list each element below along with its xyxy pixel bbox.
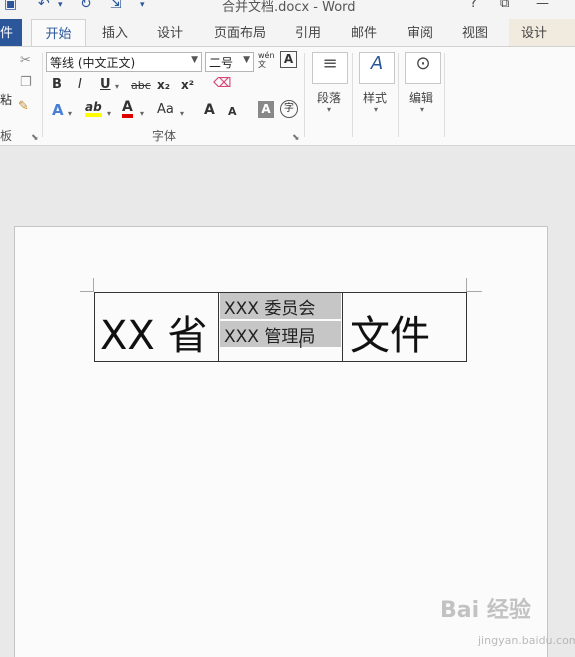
chevron-down-icon[interactable]: ▾ xyxy=(180,109,184,118)
committee-line[interactable]: XXX 委员会 xyxy=(220,293,341,319)
shrink-font-button[interactable]: A xyxy=(228,105,237,118)
window-title: 合并文档.docx - Word xyxy=(222,0,356,14)
grow-font-button[interactable]: A xyxy=(204,102,215,118)
tab-insert[interactable]: 插入 xyxy=(102,22,128,41)
styles-button[interactable]: A xyxy=(359,52,395,84)
character-border-button[interactable]: A xyxy=(280,51,297,68)
chevron-down-icon[interactable]: ▾ xyxy=(115,82,119,91)
help-button[interactable]: ? xyxy=(470,0,477,11)
tab-design[interactable]: 设计 xyxy=(157,22,183,41)
change-case-button[interactable]: Aa xyxy=(157,102,174,117)
divider xyxy=(352,53,353,137)
underline-button[interactable]: U xyxy=(100,77,111,92)
italic-button[interactable]: I xyxy=(78,77,82,92)
redo-icon[interactable]: ↻ xyxy=(80,0,92,12)
strikethrough-button[interactable]: abc xyxy=(131,79,151,92)
chevron-down-icon[interactable]: ▾ xyxy=(68,109,72,118)
minimize-button[interactable]: — xyxy=(536,0,549,11)
divider xyxy=(304,53,305,137)
superscript-button[interactable]: x² xyxy=(181,78,194,92)
save-icon[interactable]: ▣ xyxy=(4,0,17,12)
undo-icon[interactable]: ↶ xyxy=(38,0,50,12)
chevron-down-icon[interactable]: ▾ xyxy=(107,109,111,118)
chevron-down-icon[interactable]: ▾ xyxy=(374,105,378,114)
tab-home[interactable]: 开始 xyxy=(31,19,86,47)
undo-dropdown-icon[interactable]: ▾ xyxy=(58,0,63,10)
ribbon: ✂ ❐ ✎ 粘 板 ⬊ 等线 (中文正文) ▼ 二号 ▼ wén 文 A B I… xyxy=(0,46,575,146)
font-size-select[interactable]: 二号 ▼ xyxy=(205,52,254,72)
paragraph-button[interactable]: ≡ xyxy=(312,52,348,84)
divider xyxy=(444,53,445,137)
editing-label: 编辑 xyxy=(409,91,434,105)
phonetic-guide-button[interactable]: wén 文 xyxy=(258,51,275,69)
character-shading-button[interactable]: A xyxy=(258,101,274,118)
paragraph-icon: ≡ xyxy=(322,53,338,74)
tab-mailings[interactable]: 邮件 xyxy=(351,22,377,41)
customize-toolbar-icon[interactable]: ▾ xyxy=(140,0,145,10)
watermark-logo: Bai 经验 xyxy=(440,598,531,623)
tab-file[interactable]: 件 xyxy=(0,19,22,46)
tab-review[interactable]: 审阅 xyxy=(407,22,433,41)
chevron-down-icon: ▼ xyxy=(243,55,250,65)
highlight-button[interactable]: ab xyxy=(85,101,102,117)
touch-mode-icon[interactable]: ⇲ xyxy=(110,0,122,12)
clipboard-launcher-icon[interactable]: ⬊ xyxy=(31,133,39,143)
tab-layout[interactable]: 页面布局 xyxy=(214,22,266,41)
tab-view[interactable]: 视图 xyxy=(462,22,488,41)
cut-icon[interactable]: ✂ xyxy=(20,53,31,68)
text-cursor-icon: I xyxy=(299,337,303,351)
province-text[interactable]: XX 省 xyxy=(100,303,208,361)
crop-mark xyxy=(466,278,467,291)
bold-button[interactable]: B xyxy=(52,77,62,92)
ribbon-display-button[interactable]: ⧉ xyxy=(500,0,509,11)
font-name-select[interactable]: 等线 (中文正文) ▼ xyxy=(46,52,202,72)
divider xyxy=(42,53,43,137)
clipboard-group-label: 板 xyxy=(0,129,13,143)
paragraph-label: 段落 xyxy=(317,91,342,105)
crop-mark xyxy=(80,291,94,292)
paste-label[interactable]: 粘 xyxy=(0,91,12,108)
binoculars-icon: ⊙ xyxy=(415,53,431,74)
font-group-label: 字体 xyxy=(152,129,177,143)
chevron-down-icon[interactable]: ▾ xyxy=(420,105,424,114)
ribbon-tabs: 件 开始 插入 设计 页面布局 引用 邮件 审阅 视图 设计 xyxy=(0,14,575,47)
styles-label: 样式 xyxy=(363,91,388,105)
subscript-button[interactable]: x₂ xyxy=(157,78,170,92)
font-color-button[interactable]: A xyxy=(122,100,133,118)
format-painter-icon[interactable]: ✎ xyxy=(18,99,29,114)
crop-mark xyxy=(93,278,94,291)
divider xyxy=(398,53,399,137)
clear-formatting-icon[interactable]: ⌫ xyxy=(213,76,231,91)
styles-icon: A xyxy=(370,53,384,74)
editing-button[interactable]: ⊙ xyxy=(405,52,441,84)
tab-table-design[interactable]: 设计 xyxy=(509,19,575,46)
document-text[interactable]: 文件 xyxy=(350,303,430,361)
title-bar: ▣ ↶ ▾ ↻ ⇲ ▾ 合并文档.docx - Word ? ⧉ — xyxy=(0,0,575,14)
crop-mark xyxy=(466,291,482,292)
text-effects-button[interactable]: A xyxy=(52,101,64,119)
bureau-line[interactable]: XXX 管理局 xyxy=(220,321,341,347)
copy-icon[interactable]: ❐ xyxy=(20,75,32,90)
chevron-down-icon[interactable]: ▾ xyxy=(140,109,144,118)
enclose-characters-button[interactable]: 字 xyxy=(280,100,298,118)
watermark-url: jingyan.baidu.com xyxy=(478,634,575,647)
font-launcher-icon[interactable]: ⬊ xyxy=(292,133,300,143)
chevron-down-icon: ▼ xyxy=(191,55,198,65)
font-name-value: 等线 (中文正文) xyxy=(50,56,136,70)
tab-references[interactable]: 引用 xyxy=(295,22,321,41)
chevron-down-icon[interactable]: ▾ xyxy=(327,105,331,114)
font-size-value: 二号 xyxy=(209,56,234,70)
